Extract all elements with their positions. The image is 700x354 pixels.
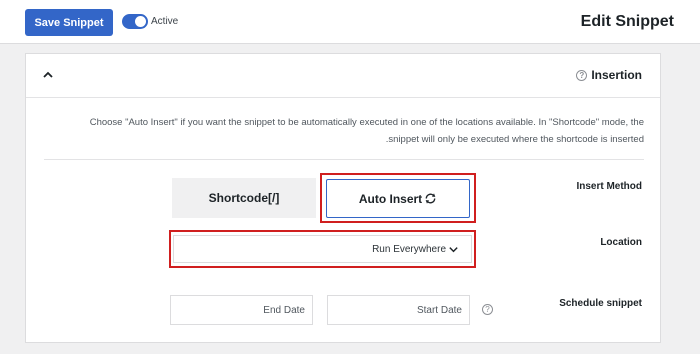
insert-method-label: Insert Method: [576, 181, 642, 192]
insertion-title-text: Insertion: [591, 68, 642, 82]
auto-insert-label: Auto Insert: [358, 191, 423, 206]
panel-header[interactable]: ? Insertion: [26, 54, 660, 98]
start-date-input[interactable]: [327, 295, 470, 325]
chevron-up-icon[interactable]: [42, 69, 54, 81]
save-snippet-button[interactable]: Save Snippet: [25, 9, 113, 36]
divider: [44, 159, 644, 160]
schedule-snippet-label: Schedule snippet: [559, 298, 642, 309]
page-title: Edit Snippet: [580, 13, 674, 30]
description-line-1: Choose "Auto Insert" if you want the sni…: [89, 117, 644, 128]
chevron-down-icon: [449, 246, 458, 252]
insertion-panel: ? Insertion Choose "Auto Insert" if you …: [25, 53, 661, 343]
shortcode-method-button[interactable]: Shortcode[/]: [172, 178, 316, 218]
toggle-knob: [135, 16, 146, 27]
auto-insert-method-button[interactable]: Auto Insert: [326, 179, 470, 218]
end-date-input[interactable]: [170, 295, 313, 325]
location-select[interactable]: Run Everywhere: [173, 235, 472, 263]
location-label: Location: [600, 237, 642, 248]
insertion-description: Choose "Auto Insert" if you want the sni…: [44, 114, 644, 148]
schedule-help-icon[interactable]: ?: [482, 304, 493, 315]
active-label: Active: [151, 16, 179, 27]
top-toolbar: Save Snippet Active Edit Snippet: [0, 0, 700, 44]
active-toggle[interactable]: [122, 14, 148, 29]
location-value: Run Everywhere: [372, 243, 446, 255]
help-icon[interactable]: ?: [576, 69, 588, 81]
description-line-2: .snippet will only be executed where the…: [385, 134, 644, 145]
refresh-icon: [425, 193, 436, 204]
insertion-title: ? Insertion: [576, 68, 642, 82]
